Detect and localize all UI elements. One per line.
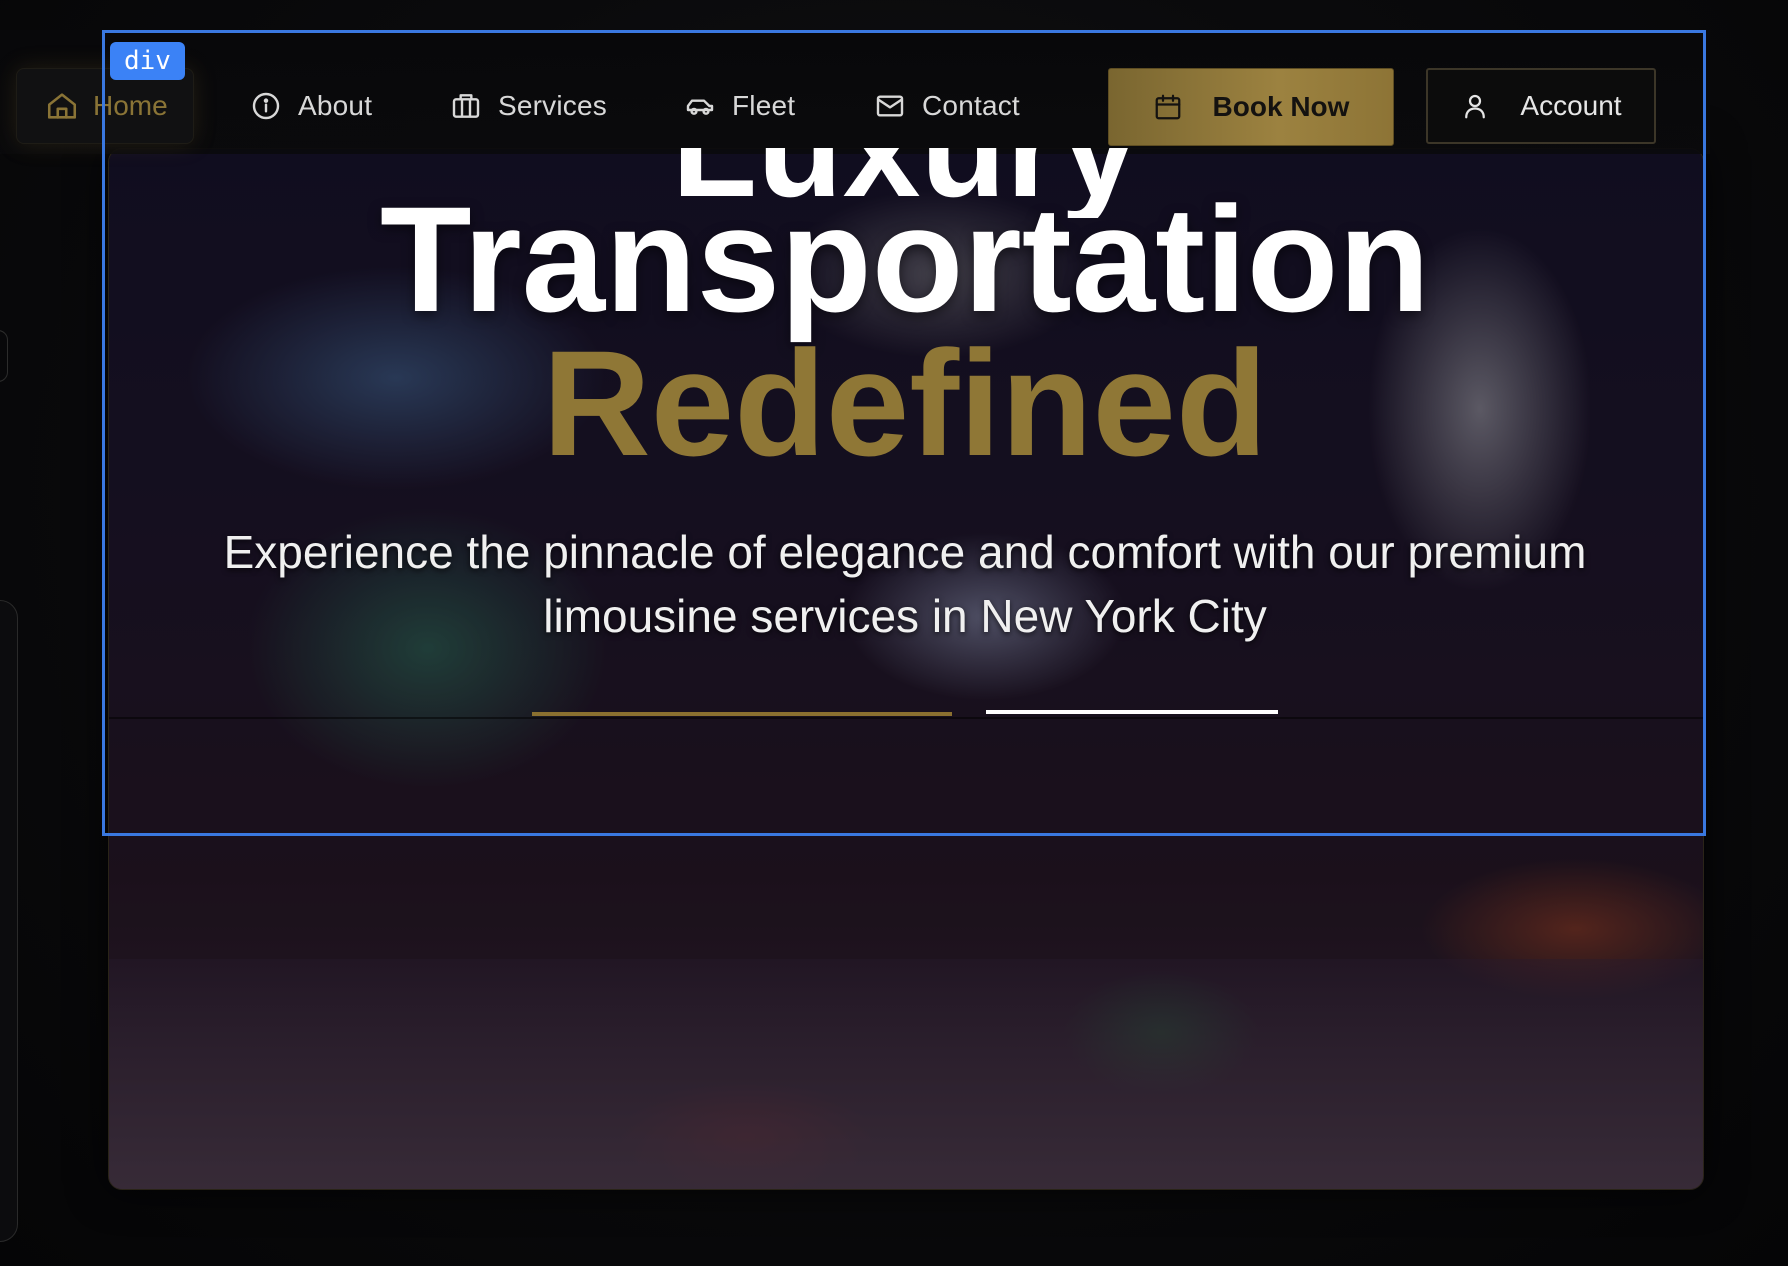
hero-title-line-3: Redefined [542,319,1268,487]
left-edge-control [0,330,8,382]
nav-fleet[interactable]: Fleet [684,80,795,132]
nav-contact-label: Contact [922,90,1020,121]
hero-title-line-2: Transportation [379,175,1431,343]
hero-image-seam [109,717,1703,719]
nav-services[interactable]: Services [450,80,607,132]
book-now-label: Book Now [1212,91,1350,122]
mail-icon [876,95,904,117]
nav-contact[interactable]: Contact [874,80,1020,132]
briefcase-icon [452,94,480,118]
car-icon [686,99,714,115]
account-button[interactable]: Account [1426,68,1656,144]
devtools-element-tag: div [110,42,185,80]
left-side-panel-edge [0,600,18,1242]
home-icon [47,93,77,119]
book-now-button[interactable]: Book Now [1108,68,1394,146]
primary-cta-button-edge[interactable] [532,712,952,716]
user-icon [1465,94,1486,119]
nav-about[interactable]: About [250,80,372,132]
main-navigation: Home About Services Fleet Contact Book N… [0,30,1710,154]
secondary-cta-button-edge[interactable] [986,710,1278,714]
nav-services-label: Services [498,90,607,121]
nav-home-label: Home [93,90,168,121]
hero-subtitle: Experience the pinnacle of elegance and … [223,526,1587,642]
nav-about-label: About [298,90,373,121]
info-icon [252,92,280,120]
nav-fleet-label: Fleet [732,90,796,121]
calendar-icon [1155,94,1180,120]
account-label: Account [1520,90,1622,121]
